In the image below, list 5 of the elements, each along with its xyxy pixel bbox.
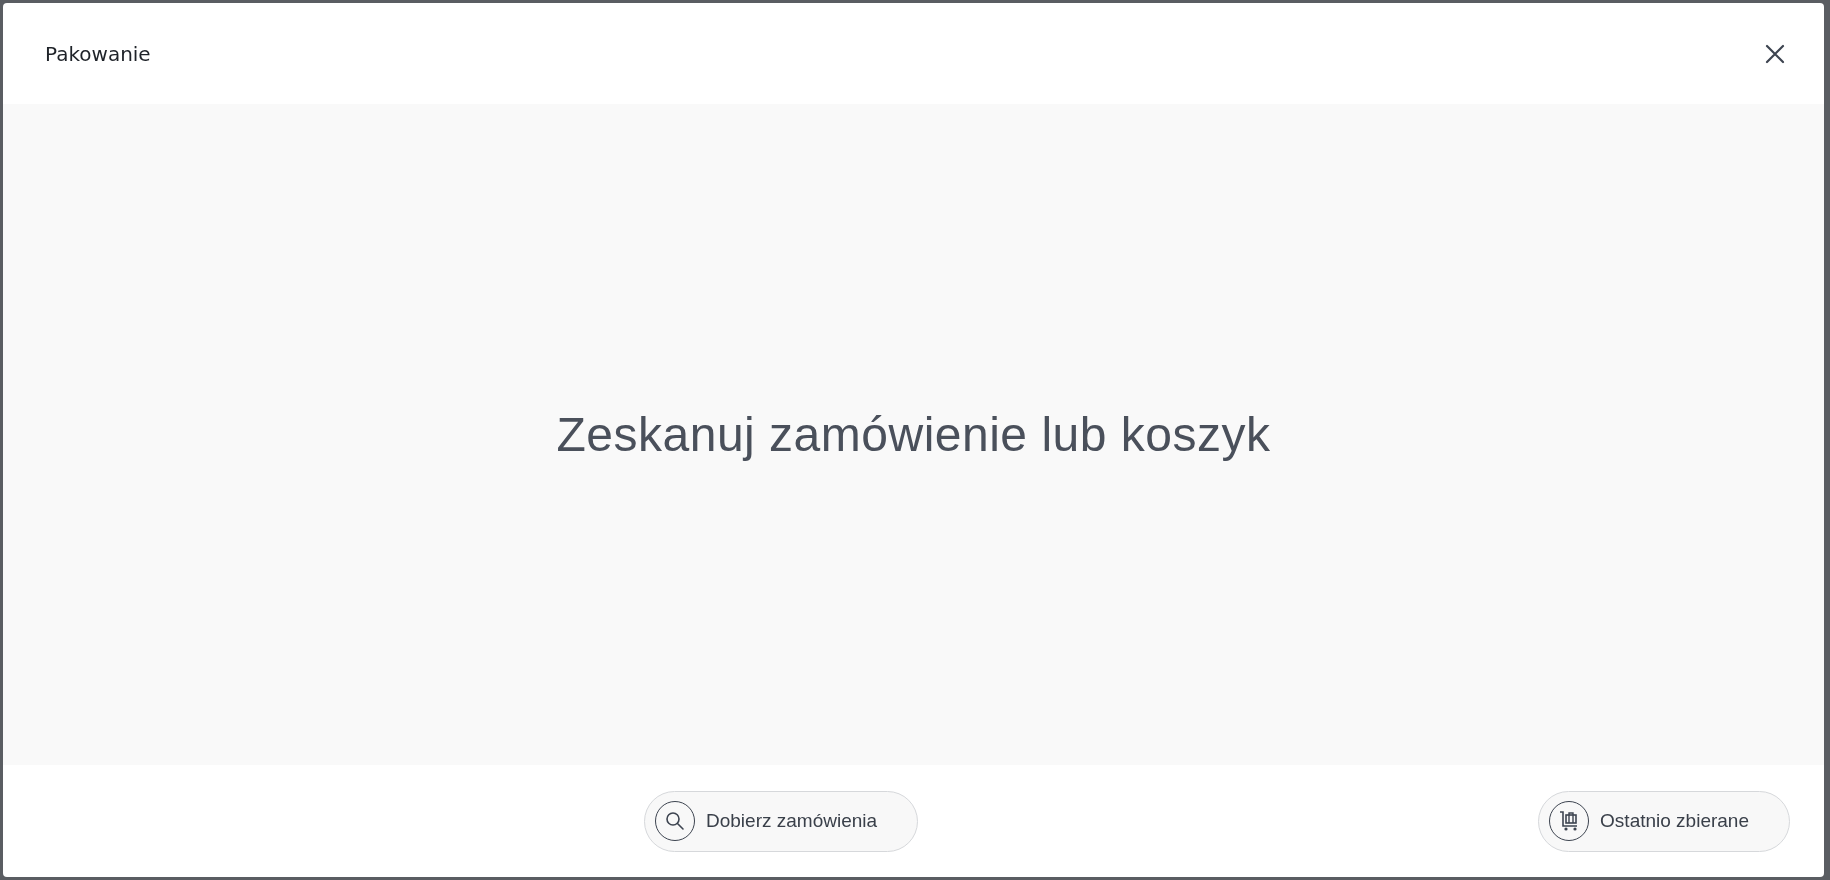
scan-prompt: Zeskanuj zamówienie lub koszyk xyxy=(556,407,1271,462)
dialog-title: Pakowanie xyxy=(45,41,151,66)
recent-picks-button[interactable]: Ostatnio zbierane xyxy=(1538,790,1790,852)
pick-orders-button[interactable]: Dobierz zamówienia xyxy=(644,790,919,852)
close-icon[interactable] xyxy=(1764,42,1786,65)
